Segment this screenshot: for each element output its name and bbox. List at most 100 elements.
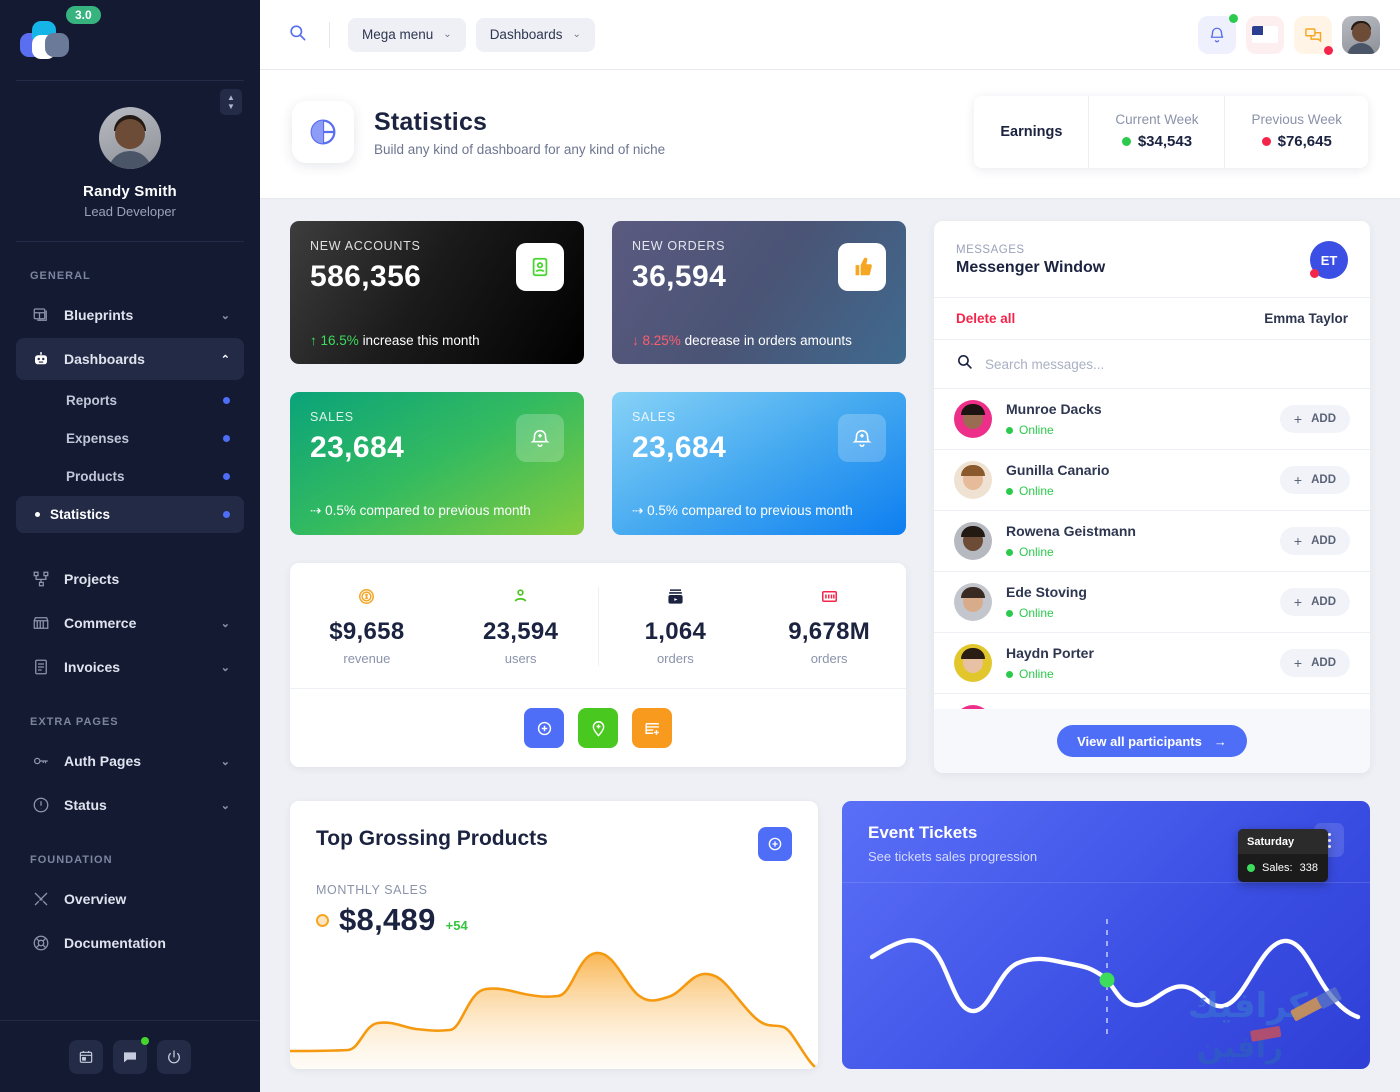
user-avatar[interactable] [1342, 15, 1380, 54]
chat-icon[interactable] [113, 1036, 149, 1074]
view-all-participants-button[interactable]: View all participants → [1057, 725, 1247, 757]
top-grid: NEW ACCOUNTS 586,356 ↑ 16.5% increase th… [290, 221, 1370, 773]
contact-status: Online [1006, 667, 1094, 681]
add-contact-button[interactable]: + ADD [1279, 527, 1350, 555]
monthly-sales-amount: $8,489 [339, 902, 436, 937]
logo[interactable]: 3.0 [0, 0, 260, 80]
sidebar-item-status[interactable]: Status ⌄ [16, 784, 244, 826]
store-plus-icon[interactable] [632, 708, 672, 748]
line-chart [842, 897, 1370, 1069]
mega-menu-label: Mega menu [362, 27, 434, 42]
flag-us-icon[interactable] [1246, 15, 1284, 54]
products-header: Top Grossing Products [290, 801, 818, 861]
power-icon[interactable] [157, 1039, 191, 1074]
search-icon[interactable] [288, 23, 307, 47]
sidebar-item-label: Commerce [64, 615, 137, 631]
earnings-card: Earnings Current Week $34,543 Previous W… [974, 96, 1368, 168]
list-item[interactable]: Gunilla Canario Online + ADD [934, 450, 1370, 511]
mega-menu-button[interactable]: Mega menu ⌄ [348, 17, 466, 52]
contact-name: Rowena Geistmann [1006, 523, 1136, 539]
sidebar-item-label: Auth Pages [64, 753, 142, 769]
sidebar-subitem-products[interactable]: Products [16, 458, 244, 495]
sidebar-subitem-expenses[interactable]: Expenses [16, 420, 244, 457]
list-item[interactable]: Haydn Porter Online + ADD [934, 633, 1370, 694]
messages-icon[interactable] [1294, 15, 1333, 55]
series-dot-icon [1247, 864, 1255, 872]
sidebar-item-projects[interactable]: Projects [16, 558, 244, 600]
metric-value: 9,678M [788, 618, 871, 645]
avatar[interactable] [99, 107, 161, 169]
page-title: Statistics [374, 107, 488, 136]
delete-all-button[interactable]: Delete all [956, 311, 1015, 326]
notification-badge [1229, 13, 1238, 23]
earnings-previous-week[interactable]: Previous Week $76,645 [1224, 96, 1368, 168]
right-column: MESSAGES Messenger Window ET Delete all … [934, 221, 1370, 773]
add-contact-button[interactable]: + ADD [1279, 588, 1350, 616]
chevron-up-icon: ⌃ [220, 353, 230, 366]
series-marker-icon [316, 913, 329, 927]
sidebar-item-label: Dashboards [64, 351, 145, 367]
avatar-initials: ET [1320, 252, 1338, 268]
sidebar-item-auth-pages[interactable]: Auth Pages ⌄ [16, 740, 244, 782]
logo-blobs-icon [20, 19, 69, 61]
kpi-card-sales-green[interactable]: SALES 23,684 ⇢ 0.5% compared to previous… [290, 392, 584, 535]
bell-plus-icon [838, 414, 886, 462]
metrics-row: $9,658 revenue 23,594 users 1,064 orders… [290, 563, 906, 688]
card-title: Top Grossing Products [316, 827, 548, 850]
chevron-down-icon: ⌄ [572, 29, 581, 40]
search-input[interactable] [985, 356, 1348, 372]
tooltip-day: Saturday [1238, 829, 1328, 854]
sidebar-item-label: Projects [64, 571, 120, 587]
topbar: Mega menu ⌄ Dashboards ⌄ [260, 0, 1400, 70]
metrics-card: $9,658 revenue 23,594 users 1,064 orders… [290, 563, 906, 767]
sidebar-item-invoices[interactable]: Invoices ⌄ [16, 646, 244, 688]
robot-icon [30, 348, 52, 370]
status-dot-icon [223, 511, 230, 518]
sidebar-item-dashboards[interactable]: Dashboards ⌃ [16, 338, 244, 380]
sidebar-subitem-reports[interactable]: Reports [16, 382, 244, 419]
kpi-card-sales-blue[interactable]: SALES 23,684 ⇢ 0.5% compared to previous… [612, 392, 906, 535]
kpi-card-new-accounts[interactable]: NEW ACCOUNTS 586,356 ↑ 16.5% increase th… [290, 221, 584, 364]
messenger-footer: View all participants → [934, 709, 1370, 773]
list-item[interactable]: Munroe Dacks Online + ADD [934, 389, 1370, 450]
sidebar-item-label: Overview [64, 891, 127, 907]
add-contact-button[interactable]: + ADD [1279, 649, 1350, 677]
metric-revenue: $9,658 revenue [290, 587, 444, 666]
pie-chart-icon [292, 101, 354, 163]
kpi-trend-arrow: ⇢ [310, 503, 322, 518]
monthly-sales-label: MONTHLY SALES [316, 883, 428, 897]
metric-actions [290, 688, 906, 767]
contact-name: Haydn Porter [1006, 645, 1094, 661]
sidebar-profile: ▲ ▼ Randy Smith Lead Developer [0, 81, 260, 241]
plus-circle-icon[interactable] [524, 708, 564, 748]
earnings-current-week[interactable]: Current Week $34,543 [1088, 96, 1224, 168]
dashboards-menu-button[interactable]: Dashboards ⌄ [475, 17, 595, 52]
archive-icon [599, 587, 753, 612]
add-label: ADD [1311, 596, 1336, 608]
calendar-icon[interactable] [69, 1039, 103, 1074]
sidebar-item-blueprints[interactable]: Blueprints ⌄ [16, 294, 244, 336]
bell-icon[interactable] [1198, 13, 1238, 54]
sidebar-item-overview[interactable]: Overview [16, 878, 244, 920]
sidebar-item-commerce[interactable]: Commerce ⌄ [16, 602, 244, 644]
nav-caption-foundation: FOUNDATION [30, 854, 113, 866]
chevron-down-icon: ⌄ [443, 29, 452, 40]
sidebar-subitem-statistics[interactable]: Statistics [16, 496, 244, 533]
kpi-card-new-orders[interactable]: NEW ORDERS 36,594 ↓ 8.25% decrease in or… [612, 221, 906, 364]
add-contact-button[interactable]: + ADD [1279, 405, 1350, 433]
card-subtitle: See tickets sales progression [868, 849, 1038, 864]
plus-circle-icon[interactable] [758, 827, 792, 861]
store-icon [30, 612, 52, 634]
current-user-avatar[interactable]: ET [1310, 241, 1348, 279]
map-pin-plus-icon[interactable] [578, 708, 618, 748]
list-item[interactable]: Rowena Geistmann Online + ADD [934, 511, 1370, 572]
chevron-updown-icon[interactable]: ▲ ▼ [220, 89, 242, 115]
messenger-title: Messenger Window [956, 258, 1106, 276]
add-contact-button[interactable]: + ADD [1279, 466, 1350, 494]
sidebar-item-documentation[interactable]: Documentation [16, 922, 244, 964]
plus-icon: + [1293, 472, 1303, 488]
kpi-trend-arrow: ⇢ [632, 503, 644, 518]
contact-status: Online [1006, 606, 1087, 620]
sidebar-item-label: Invoices [64, 659, 121, 675]
list-item[interactable]: Ede Stoving Online + ADD [934, 572, 1370, 633]
